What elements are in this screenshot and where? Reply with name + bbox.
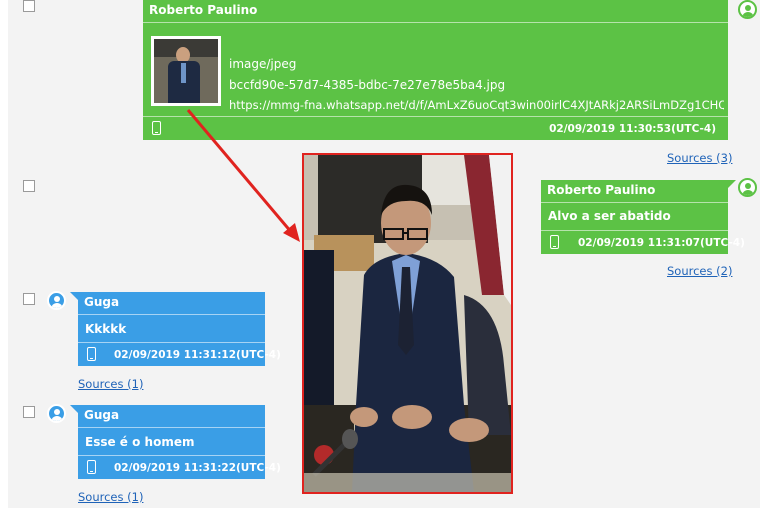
message-sender: Guga [84,295,120,309]
divider [78,342,265,343]
bubble-tail [728,180,736,188]
message-timestamp: 02/09/2019 11:31:22(UTC-4) [114,462,281,474]
sources-link[interactable]: Sources (3) [667,151,732,165]
message-timestamp: 02/09/2019 11:30:53(UTC-4) [549,123,716,135]
message-bubble: Guga Esse é o homem 02/09/2019 11:31:22(… [78,405,281,479]
select-checkbox[interactable] [23,180,35,192]
sources-link[interactable]: Sources (2) [667,264,732,278]
thumbnail-photo [154,39,218,103]
message-text: Alvo a ser abatido [548,209,671,223]
message-sender: Roberto Paulino [547,183,656,197]
sources-link[interactable]: Sources (1) [78,377,143,391]
bubble-tail [70,292,78,300]
select-checkbox[interactable] [23,293,35,305]
photo-illustration [304,155,511,492]
enlarged-photo [302,153,513,494]
select-checkbox[interactable] [23,0,35,12]
divider [78,455,265,456]
image-thumbnail[interactable] [151,36,221,106]
attachment-url[interactable]: https://mmg-fna.whatsapp.net/d/f/AmLxZ6u… [229,98,724,112]
message-bubble: Guga Kkkkk 02/09/2019 11:31:12(UTC-4) [78,292,281,366]
divider [541,202,728,203]
message-bubble-image: Roberto Paulino image/jpeg bccfd90e-57d7… [143,0,728,140]
phone-icon [152,121,161,135]
divider [143,116,728,117]
user-avatar-icon [47,404,66,423]
divider [78,427,265,428]
message-timestamp: 02/09/2019 11:31:07(UTC-4) [578,237,745,249]
phone-icon [550,235,559,249]
bubble-tail [70,405,78,413]
divider [143,22,728,23]
user-avatar-icon [738,178,757,197]
phone-icon [87,460,96,474]
select-checkbox[interactable] [23,406,35,418]
attachment-filename: bccfd90e-57d7-4385-bdbc-7e27e78e5ba4.jpg [229,78,506,92]
message-bubble: Roberto Paulino Alvo a ser abatido 02/09… [541,180,745,254]
sources-link[interactable]: Sources (1) [78,490,143,504]
divider [541,230,728,231]
phone-icon [87,347,96,361]
divider [78,314,265,315]
message-timestamp: 02/09/2019 11:31:12(UTC-4) [114,349,281,361]
user-avatar-icon [47,291,66,310]
message-sender: Roberto Paulino [149,3,258,17]
message-text: Esse é o homem [85,435,195,449]
message-text: Kkkkk [85,322,127,336]
message-sender: Guga [84,408,120,422]
attachment-mime: image/jpeg [229,57,297,71]
user-avatar-icon [738,0,757,19]
